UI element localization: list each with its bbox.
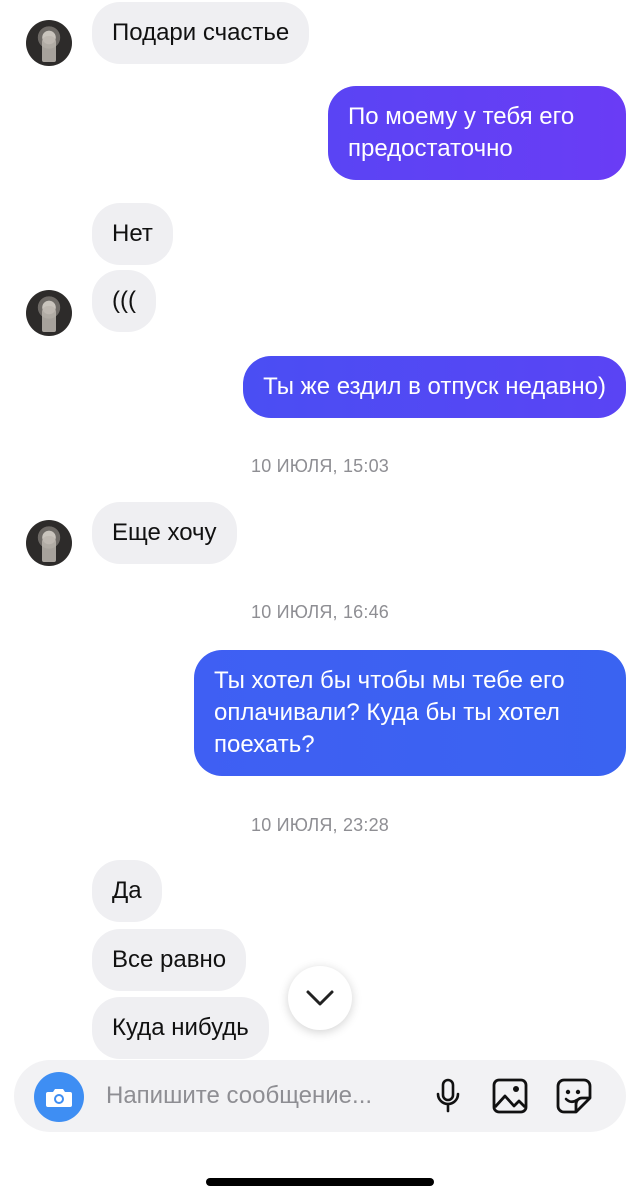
message-incoming[interactable]: Еще хочу xyxy=(92,502,237,564)
message-input[interactable]: Напишите сообщение... xyxy=(106,1082,372,1110)
camera-button[interactable] xyxy=(34,1072,84,1122)
chevron-down-icon xyxy=(306,990,334,1006)
sticker-button[interactable] xyxy=(554,1076,594,1116)
sender-avatar[interactable] xyxy=(26,290,72,336)
home-indicator[interactable] xyxy=(206,1178,434,1186)
message-incoming[interactable]: Все равно xyxy=(92,929,247,991)
message-incoming[interactable]: Да xyxy=(92,860,162,922)
sticker-icon xyxy=(556,1078,592,1114)
message-incoming[interactable]: Подари счастье xyxy=(92,2,310,64)
message-outgoing[interactable]: Ты хотел бы чтобы мы тебе его оплачивали… xyxy=(194,650,626,776)
timestamp: 10 ИЮЛЯ, 23:28 xyxy=(251,815,389,835)
scroll-to-bottom-button[interactable] xyxy=(288,966,352,1030)
sender-avatar[interactable] xyxy=(26,20,72,66)
microphone-icon xyxy=(436,1078,460,1113)
message-incoming[interactable]: Куда нибудь xyxy=(92,997,269,1059)
timestamp: 10 ИЮЛЯ, 15:03 xyxy=(251,456,389,476)
sender-avatar[interactable] xyxy=(26,520,72,566)
camera-icon xyxy=(46,1089,72,1107)
message-incoming[interactable]: Нет xyxy=(92,203,173,265)
timestamp: 10 ИЮЛЯ, 16:46 xyxy=(251,602,389,622)
gallery-icon xyxy=(492,1078,528,1114)
message-incoming[interactable]: ((( xyxy=(92,270,156,332)
gallery-button[interactable] xyxy=(490,1076,530,1116)
message-outgoing[interactable]: Ты же ездил в отпуск недавно) xyxy=(243,356,626,418)
voice-button[interactable] xyxy=(428,1076,468,1116)
message-composer: Напишите сообщение... xyxy=(14,1060,626,1132)
message-outgoing[interactable]: По моему у тебя его предостаточно xyxy=(328,86,626,180)
